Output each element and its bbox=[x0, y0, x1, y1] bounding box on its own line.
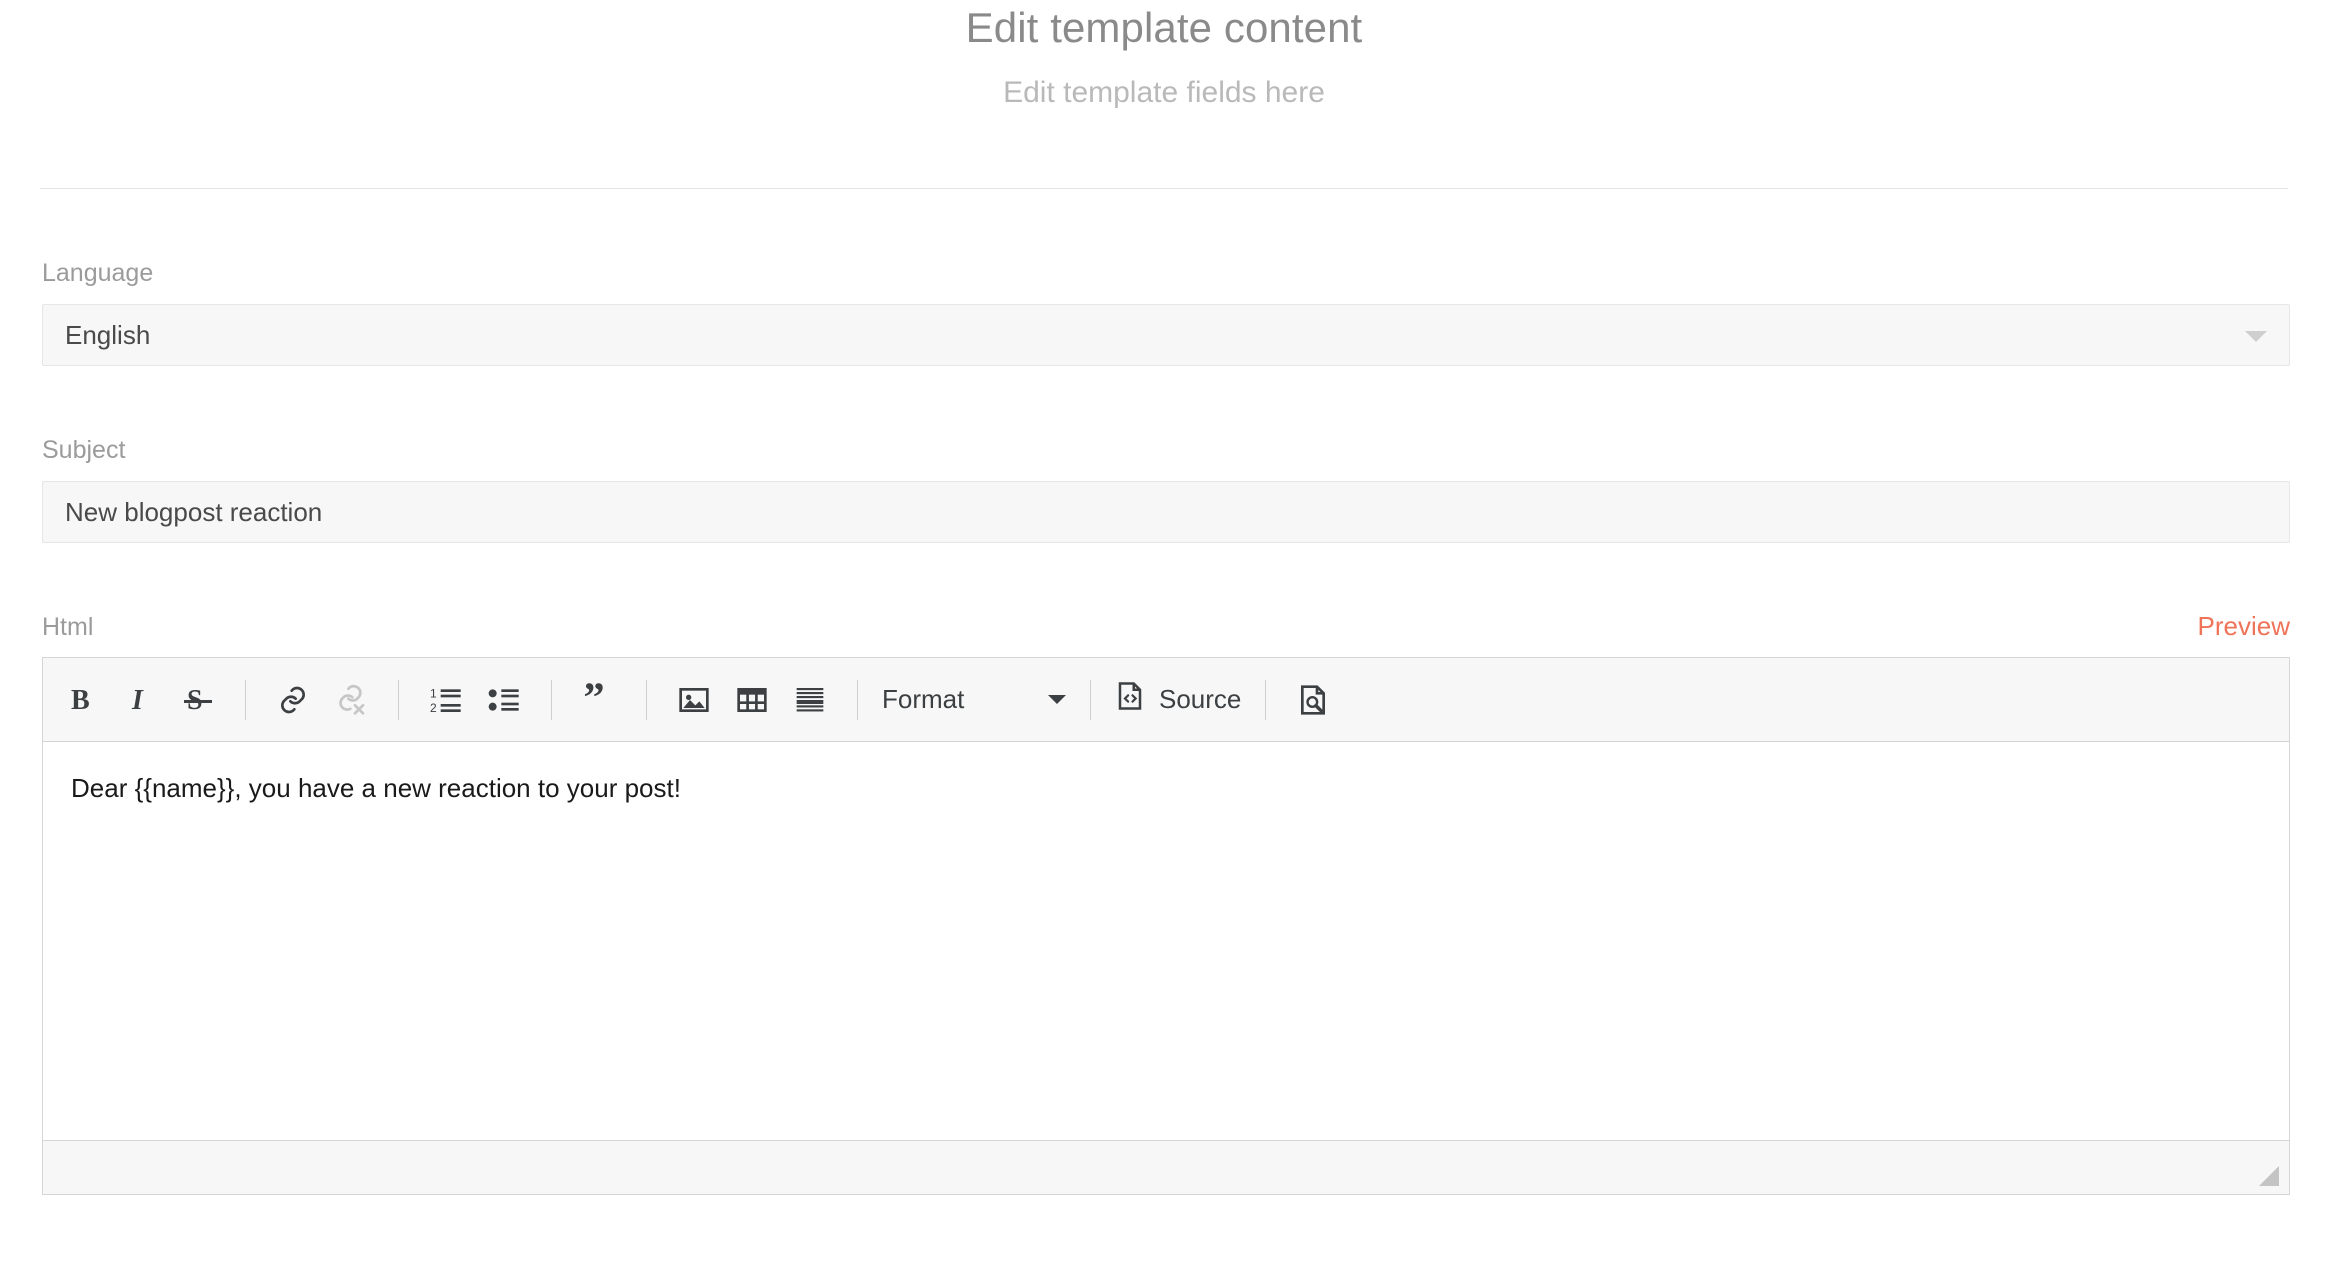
source-button[interactable]: Source bbox=[1109, 673, 1247, 727]
strikethrough-icon[interactable]: S bbox=[171, 673, 225, 727]
editor-toolbar: B I S bbox=[43, 658, 2289, 742]
horizontal-rule-icon[interactable] bbox=[783, 673, 837, 727]
resize-handle-icon[interactable] bbox=[2259, 1166, 2279, 1186]
svg-text:2: 2 bbox=[430, 701, 437, 715]
toolbar-separator bbox=[646, 680, 647, 720]
toolbar-separator bbox=[857, 680, 858, 720]
preview-link[interactable]: Preview bbox=[2198, 611, 2290, 641]
editor-content-area[interactable]: Dear {{name}}, you have a new reaction t… bbox=[43, 742, 2289, 1140]
numbered-list-icon[interactable]: 1 2 bbox=[419, 673, 473, 727]
language-select-value: English bbox=[65, 320, 150, 350]
blockquote-icon[interactable]: ” bbox=[572, 673, 626, 727]
table-icon[interactable] bbox=[725, 673, 779, 727]
bold-icon[interactable]: B bbox=[55, 673, 109, 727]
bulleted-list-icon[interactable] bbox=[477, 673, 531, 727]
page-subtitle: Edit template fields here bbox=[0, 52, 2328, 111]
subject-label: Subject bbox=[42, 435, 2290, 465]
chevron-down-icon bbox=[1048, 695, 1066, 704]
document-search-icon[interactable] bbox=[1286, 673, 1340, 727]
svg-text:B: B bbox=[71, 685, 90, 715]
svg-text:I: I bbox=[131, 685, 144, 715]
link-icon[interactable] bbox=[266, 673, 320, 727]
toolbar-separator bbox=[245, 680, 246, 720]
toolbar-separator bbox=[551, 680, 552, 720]
html-field-group: Html Preview B I S bbox=[42, 611, 2290, 1195]
editor-status-bar bbox=[43, 1140, 2289, 1194]
svg-text:”: ” bbox=[583, 683, 604, 717]
subject-input-wrap[interactable]: New blogpost reaction bbox=[42, 481, 2290, 543]
chevron-down-icon bbox=[2245, 331, 2267, 342]
unlink-icon bbox=[324, 673, 378, 727]
html-label: Html bbox=[42, 612, 93, 642]
language-select[interactable]: English bbox=[42, 304, 2290, 366]
svg-text:1: 1 bbox=[430, 686, 437, 700]
format-dropdown[interactable]: Format bbox=[876, 673, 1072, 727]
format-dropdown-label: Format bbox=[882, 684, 964, 715]
image-icon[interactable] bbox=[667, 673, 721, 727]
page-header: Edit template content Edit template fiel… bbox=[0, 0, 2328, 111]
subject-input-value: New blogpost reaction bbox=[65, 497, 322, 527]
header-divider bbox=[40, 188, 2288, 189]
html-editor: B I S bbox=[42, 657, 2290, 1195]
subject-field-group: Subject New blogpost reaction bbox=[42, 435, 2290, 543]
edit-template-content-page: Edit template content Edit template fiel… bbox=[0, 0, 2328, 1288]
source-code-icon bbox=[1115, 681, 1145, 718]
toolbar-separator bbox=[398, 680, 399, 720]
toolbar-separator bbox=[1265, 680, 1266, 720]
page-title: Edit template content bbox=[0, 4, 2328, 52]
language-label: Language bbox=[42, 258, 2290, 288]
html-label-row: Html Preview bbox=[42, 611, 2290, 642]
source-button-label: Source bbox=[1159, 684, 1241, 715]
editor-paragraph: Dear {{name}}, you have a new reaction t… bbox=[71, 772, 2261, 804]
template-form: Language English Subject New blogpost re… bbox=[42, 258, 2290, 1195]
toolbar-separator bbox=[1090, 680, 1091, 720]
italic-icon[interactable]: I bbox=[113, 673, 167, 727]
language-field-group: Language English bbox=[42, 258, 2290, 366]
